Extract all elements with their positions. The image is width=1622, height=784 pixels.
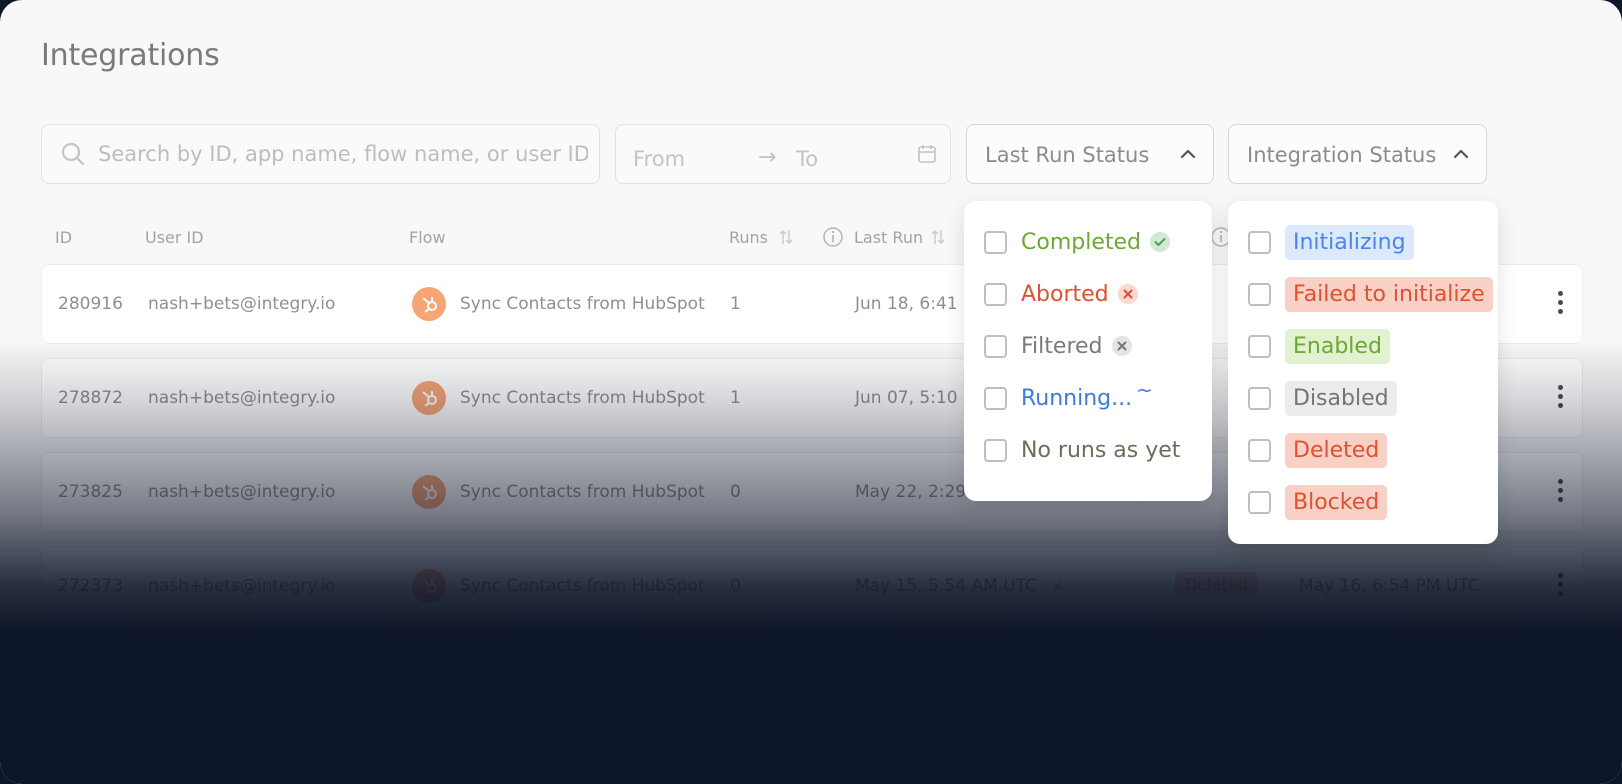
aborted-icon: × xyxy=(1050,577,1064,595)
option-initializing[interactable]: Initializing xyxy=(1248,222,1414,262)
row-runs: 0 xyxy=(730,576,741,596)
more-options-icon[interactable] xyxy=(1558,385,1564,411)
check-circle-icon xyxy=(1150,232,1170,252)
more-options-icon[interactable] xyxy=(1558,573,1564,599)
row-runs: 1 xyxy=(730,294,741,314)
option-label: Initializing xyxy=(1285,224,1414,260)
option-running[interactable]: Running... ~ xyxy=(984,378,1153,418)
option-failed-to-initialize[interactable]: Failed to initialize xyxy=(1248,274,1493,314)
option-deleted[interactable]: Deleted xyxy=(1248,430,1388,470)
col-header-runs[interactable]: Runs xyxy=(729,228,768,247)
option-aborted[interactable]: Aborted xyxy=(984,274,1138,314)
row-id: 273825 xyxy=(58,482,123,502)
checkbox[interactable] xyxy=(1248,230,1271,254)
row-flow-name[interactable]: Sync Contacts from HubSpot xyxy=(460,294,705,314)
row-last-run-cell: May 15, 5:54 AM UTC × xyxy=(855,576,1064,596)
hubspot-icon xyxy=(412,287,446,321)
date-to-field[interactable]: To xyxy=(796,147,818,171)
x-circle-icon xyxy=(1117,284,1138,304)
sort-icon[interactable] xyxy=(931,228,945,246)
option-enabled[interactable]: Enabled xyxy=(1248,326,1390,366)
hubspot-icon xyxy=(412,381,446,415)
option-label: Enabled xyxy=(1285,328,1390,364)
integration-status-menu: Initializing Failed to initialize Enable… xyxy=(1228,201,1498,544)
row-runs: 1 xyxy=(730,388,741,408)
col-header-id[interactable]: ID xyxy=(55,228,72,247)
hubspot-icon xyxy=(412,475,446,509)
option-label: Blocked xyxy=(1285,484,1388,520)
checkbox[interactable] xyxy=(1248,386,1271,410)
row-flow-name[interactable]: Sync Contacts from HubSpot xyxy=(460,482,705,502)
chevron-up-icon xyxy=(1453,149,1469,159)
row-last-run: May 15, 5:54 AM UTC xyxy=(855,576,1037,596)
checkbox[interactable] xyxy=(1248,438,1271,462)
option-label: Filtered xyxy=(1021,333,1103,359)
last-run-status-select[interactable]: Last Run Status xyxy=(966,124,1214,184)
x-circle-gray-icon xyxy=(1111,336,1132,356)
col-header-flow[interactable]: Flow xyxy=(409,228,446,247)
checkbox[interactable] xyxy=(1248,282,1271,306)
row-flow-name[interactable]: Sync Contacts from HubSpot xyxy=(460,576,705,596)
option-label: Deleted xyxy=(1285,432,1388,468)
row-runs: 0 xyxy=(730,482,741,502)
checkbox[interactable] xyxy=(984,438,1007,462)
integration-status-label: Integration Status xyxy=(1247,143,1437,167)
last-run-status-label: Last Run Status xyxy=(985,143,1150,167)
tilde-icon: ~ xyxy=(1136,378,1153,402)
option-completed[interactable]: Completed xyxy=(984,222,1170,262)
date-from-field[interactable]: From xyxy=(633,147,685,171)
row-user-id: nash+bets@integry.io xyxy=(148,576,336,596)
search-box[interactable] xyxy=(41,124,600,184)
hubspot-icon xyxy=(412,569,446,603)
option-blocked[interactable]: Blocked xyxy=(1248,482,1388,522)
row-user-id: nash+bets@integry.io xyxy=(148,294,336,314)
search-icon xyxy=(61,142,85,166)
option-disabled[interactable]: Disabled xyxy=(1248,378,1397,418)
checkbox[interactable] xyxy=(1248,334,1271,358)
more-options-icon[interactable] xyxy=(1558,479,1564,505)
col-header-user-id[interactable]: User ID xyxy=(145,228,204,247)
arrow-right-icon: → xyxy=(758,145,777,170)
row-id: 272373 xyxy=(58,576,123,596)
checkbox[interactable] xyxy=(984,334,1007,358)
table-row[interactable]: 272373 nash+bets@integry.io Sync Contact… xyxy=(41,546,1583,626)
row-id: 278872 xyxy=(58,388,123,408)
date-range-picker[interactable]: From → To xyxy=(615,124,951,184)
integrations-panel: Integrations From → To Last Run Status I… xyxy=(0,0,1622,784)
option-filtered[interactable]: Filtered xyxy=(984,326,1132,366)
col-header-last-run[interactable]: Last Run xyxy=(854,228,923,247)
page-title: Integrations xyxy=(41,38,220,73)
search-input[interactable] xyxy=(98,139,588,169)
option-label: Aborted xyxy=(1021,281,1109,307)
row-user-id: nash+bets@integry.io xyxy=(148,482,336,502)
last-run-status-menu: Completed Aborted Filtered Running... ~ xyxy=(964,201,1212,501)
checkbox[interactable] xyxy=(1248,490,1271,514)
row-flow-name[interactable]: Sync Contacts from HubSpot xyxy=(460,388,705,408)
option-label: Running... xyxy=(1021,385,1133,411)
option-label: Failed to initialize xyxy=(1285,276,1493,312)
status-badge: Deleted xyxy=(1175,572,1258,597)
info-icon[interactable] xyxy=(822,226,844,248)
sort-icon[interactable] xyxy=(779,228,793,246)
integration-status-select[interactable]: Integration Status xyxy=(1228,124,1487,184)
option-label: Disabled xyxy=(1285,380,1397,416)
option-label: No runs as yet xyxy=(1021,437,1181,463)
checkbox[interactable] xyxy=(984,230,1007,254)
checkbox[interactable] xyxy=(984,386,1007,410)
checkbox[interactable] xyxy=(984,282,1007,306)
row-id: 280916 xyxy=(58,294,123,314)
row-user-id: nash+bets@integry.io xyxy=(148,388,336,408)
row-created: May 16, 6:54 PM UTC xyxy=(1299,576,1480,596)
option-no-runs[interactable]: No runs as yet xyxy=(984,430,1180,470)
calendar-icon[interactable] xyxy=(916,143,938,165)
option-label: Completed xyxy=(1021,229,1141,255)
more-options-icon[interactable] xyxy=(1558,291,1564,317)
chevron-up-icon xyxy=(1180,149,1196,159)
